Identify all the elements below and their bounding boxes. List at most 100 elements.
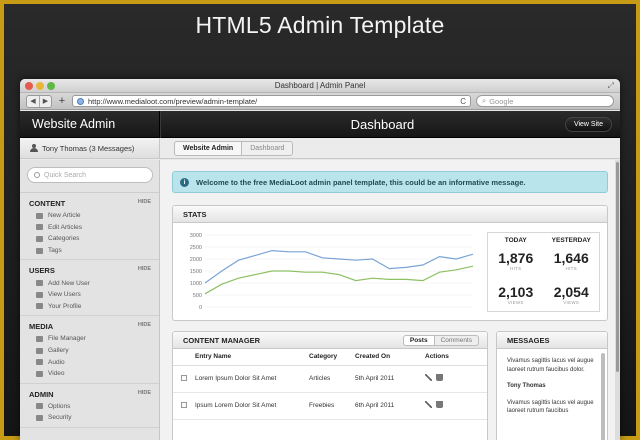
column-actions: Actions xyxy=(425,349,487,366)
close-window-button[interactable] xyxy=(25,82,33,90)
message-author[interactable]: Tony Thomas xyxy=(507,382,597,391)
page-scrollbar[interactable] xyxy=(615,160,620,440)
view-site-button[interactable]: View Site xyxy=(564,116,612,132)
y-tick-label: 0 xyxy=(199,305,202,311)
stats-line-chart: 3000 2500 2000 1500 1000 500 0 xyxy=(190,233,474,311)
edit-icon[interactable] xyxy=(425,401,432,408)
back-button[interactable]: ◀ xyxy=(27,96,39,107)
yesterday-hits: 1,646 HITS xyxy=(544,244,600,278)
reload-icon[interactable]: C xyxy=(460,97,466,106)
title-bar: Dashboard | Admin Panel ⤢ xyxy=(20,79,620,93)
sidebar-section-header: CONTENT HIDE xyxy=(20,193,159,210)
content-manager-panel: CONTENT MANAGER Posts Comments Entry Nam… xyxy=(172,331,488,440)
tab-posts[interactable]: Posts xyxy=(402,335,435,346)
sidebar-item-view-users[interactable]: View Users xyxy=(20,289,159,301)
messages-scrollbar[interactable] xyxy=(601,353,605,440)
entry-name-cell[interactable]: Ipsum Lorem Dolor Sit Amet xyxy=(195,392,309,420)
hide-section-button[interactable]: HIDE xyxy=(138,390,151,399)
quick-search-input[interactable]: Quick Search xyxy=(27,167,153,183)
sidebar-item-add-new-user[interactable]: Add New User xyxy=(20,277,159,289)
messages-panel: MESSAGES Vivamus sagittis lacus vel augu… xyxy=(496,331,608,440)
sidebar-item-edit-articles[interactable]: Edit Articles xyxy=(20,222,159,234)
page-title: Dashboard xyxy=(350,116,415,132)
add-bookmark-button[interactable]: + xyxy=(57,95,67,107)
select-column-header xyxy=(173,349,195,366)
url-text: http://www.medialoot.com/preview/admin-t… xyxy=(88,96,258,106)
today-views: 2,103 VIEWS xyxy=(488,278,544,312)
menu-item-icon xyxy=(36,280,43,287)
created-on-cell: 5th April 2011 xyxy=(355,365,425,393)
category-cell: Freebies xyxy=(309,392,355,420)
fullscreen-icon[interactable]: ⤢ xyxy=(608,81,614,91)
sidebar-item-new-article[interactable]: New Article xyxy=(20,210,159,222)
messages-title: MESSAGES xyxy=(497,332,607,349)
table-row[interactable]: Ipsum Lorem Dolor Sit Amet Freebies 6th Ap… xyxy=(173,392,487,420)
sidebar-item-tags[interactable]: Tags xyxy=(20,245,159,257)
browser-search-placeholder: Google xyxy=(489,96,514,106)
browser-toolbar: ◀ ▶ + http://www.medialoot.com/preview/a… xyxy=(20,93,620,110)
sidebar-item-label: Your Profile xyxy=(48,302,82,310)
admin-app: Website Admin Dashboard View Site Tony T… xyxy=(20,110,620,440)
sidebar-section-users: USERS HIDE Add New User View Users Your Prof… xyxy=(20,260,159,317)
menu-item-icon xyxy=(36,359,43,366)
browser-window: Dashboard | Admin Panel ⤢ ◀ ▶ + http://w… xyxy=(20,79,620,440)
zoom-window-button[interactable] xyxy=(47,82,55,90)
column-category[interactable]: Category xyxy=(309,349,355,366)
y-tick-label: 1000 xyxy=(190,281,202,287)
tab-comments[interactable]: Comments xyxy=(434,335,479,346)
entry-name-cell[interactable]: Lorem Ipsum Dolor Sit Amet xyxy=(195,365,309,393)
edit-icon[interactable] xyxy=(425,374,432,381)
search-icon xyxy=(34,172,40,178)
menu-item-icon xyxy=(36,235,43,242)
hide-section-button[interactable]: HIDE xyxy=(138,322,151,331)
y-tick-label: 2500 xyxy=(190,245,202,251)
section-title: CONTENT xyxy=(29,199,66,208)
sidebar-item-label: Tags xyxy=(48,247,62,255)
table-row[interactable]: Lorem Ipsum Dolor Sit Amet Articles 5th Ap… xyxy=(173,365,487,393)
y-tick-label: 500 xyxy=(193,293,202,299)
sidebar-item-gallery[interactable]: Gallery xyxy=(20,345,159,357)
sidebar-item-audio[interactable]: Audio xyxy=(20,356,159,368)
app-header: Website Admin Dashboard View Site xyxy=(20,110,620,138)
sidebar-section-header: MEDIA HIDE xyxy=(20,316,159,333)
today-hits-label: HITS xyxy=(510,266,522,272)
minimize-window-button[interactable] xyxy=(36,82,44,90)
content-manager-tabs: Posts Comments xyxy=(402,335,479,346)
menu-item-icon xyxy=(36,414,43,421)
trash-icon[interactable] xyxy=(436,374,443,381)
row-select-cell xyxy=(173,365,195,393)
column-entry-name[interactable]: Entry Name xyxy=(195,349,309,366)
column-created-on[interactable]: Created On xyxy=(355,349,425,366)
row-checkbox[interactable] xyxy=(181,374,187,381)
hide-section-button[interactable]: HIDE xyxy=(138,199,151,208)
menu-item-icon xyxy=(36,403,43,410)
sidebar-item-video[interactable]: Video xyxy=(20,368,159,380)
sidebar-item-security[interactable]: Security xyxy=(20,412,159,424)
menu-item-icon xyxy=(36,370,43,377)
message-list: Vivamus sagittis lacus vel augue laoreet… xyxy=(497,349,607,424)
forward-button[interactable]: ▶ xyxy=(39,95,51,107)
sidebar-item-file-manager[interactable]: File Manager xyxy=(20,333,159,345)
browser-search-input[interactable]: ⌕ Google xyxy=(476,95,614,107)
main-content: i Welcome to the free MediaLoot admin pa… xyxy=(160,160,620,440)
yesterday-views: 2,054 VIEWS xyxy=(544,278,600,312)
menu-item-icon xyxy=(36,347,43,354)
table-header-row: Entry Name Category Created On Actions xyxy=(173,349,487,366)
row-checkbox[interactable] xyxy=(181,401,187,408)
sidebar-section-content: CONTENT HIDE New Article Edit Articles Categ… xyxy=(20,193,159,261)
nav-buttons: ◀ ▶ xyxy=(26,94,52,108)
sidebar-item-categories[interactable]: Categories xyxy=(20,233,159,245)
sidebar-item-options[interactable]: Options xyxy=(20,401,159,413)
sidebar-item-label: View Users xyxy=(48,291,81,299)
url-bar[interactable]: http://www.medialoot.com/preview/admin-t… xyxy=(72,95,471,107)
content-table-body: Lorem Ipsum Dolor Sit Amet Articles 5th Ap… xyxy=(173,365,487,420)
sidebar-item-your-profile[interactable]: Your Profile xyxy=(20,301,159,313)
created-on-cell: 6th April 2011 xyxy=(355,392,425,420)
trash-icon[interactable] xyxy=(436,401,443,408)
user-info[interactable]: Tony Thomas (3 Messages) xyxy=(20,138,160,158)
breadcrumb-website-admin[interactable]: Website Admin xyxy=(174,140,243,156)
hide-section-button[interactable]: HIDE xyxy=(138,266,151,275)
sidebar-item-label: Video xyxy=(48,370,65,378)
yesterday-hits-value: 1,646 xyxy=(553,250,589,267)
site-title[interactable]: Website Admin xyxy=(20,110,160,138)
